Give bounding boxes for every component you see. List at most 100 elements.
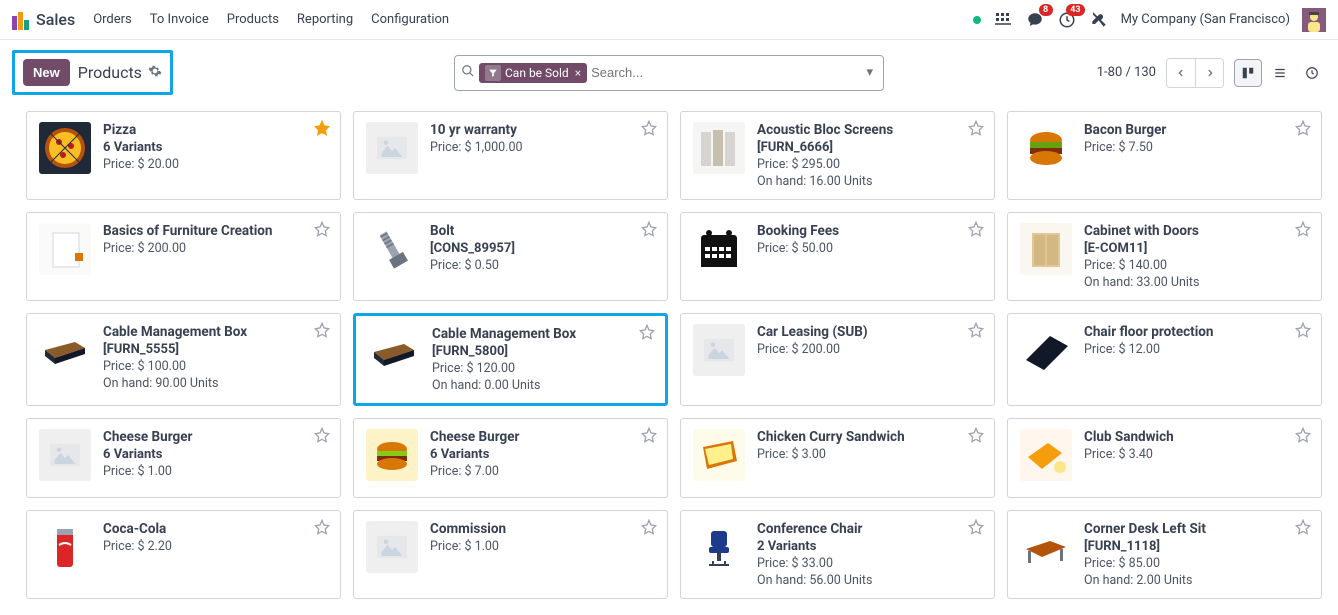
product-thumbnail — [366, 122, 418, 174]
product-body: Chicken Curry SandwichPrice: $ 3.00 — [757, 429, 905, 487]
favorite-star-icon[interactable] — [968, 427, 984, 447]
apps-icon[interactable] — [993, 10, 1013, 30]
product-name: Chicken Curry Sandwich — [757, 429, 905, 445]
favorite-star-icon[interactable] — [968, 120, 984, 140]
pager-prev-button[interactable] — [1167, 59, 1195, 87]
gear-icon[interactable] — [148, 64, 162, 82]
list-view-button[interactable] — [1266, 59, 1294, 87]
product-thumbnail — [693, 324, 745, 376]
product-body: Corner Desk Left Sit[FURN_1118]Price: $ … — [1084, 521, 1206, 588]
favorite-star-icon[interactable] — [314, 519, 330, 539]
favorite-star-icon[interactable] — [314, 120, 330, 140]
product-card[interactable]: Chair floor protectionPrice: $ 12.00 — [1007, 313, 1322, 406]
favorite-star-icon[interactable] — [1295, 322, 1311, 342]
product-price: Price: $ 295.00 — [757, 157, 893, 172]
product-card[interactable]: Basics of Furniture CreationPrice: $ 200… — [26, 212, 341, 301]
search-input[interactable] — [591, 65, 862, 80]
product-thumbnail — [1020, 429, 1072, 481]
kanban-view-button[interactable] — [1234, 59, 1262, 87]
product-card[interactable]: Corner Desk Left Sit[FURN_1118]Price: $ … — [1007, 510, 1322, 599]
product-price: Price: $ 12.00 — [1084, 342, 1213, 357]
product-card[interactable]: CommissionPrice: $ 1.00 — [353, 510, 668, 599]
product-thumbnail — [693, 122, 745, 174]
menu-configuration[interactable]: Configuration — [371, 12, 449, 27]
product-card[interactable]: Conference Chair2 VariantsPrice: $ 33.00… — [680, 510, 995, 599]
chip-remove-icon[interactable]: × — [575, 66, 581, 80]
favorite-star-icon[interactable] — [641, 427, 657, 447]
product-body: Booking FeesPrice: $ 50.00 — [757, 223, 839, 290]
product-sub: [FURN_5555] — [103, 342, 247, 357]
product-card[interactable]: Cheese Burger6 VariantsPrice: $ 1.00 — [26, 418, 341, 498]
product-name: Car Leasing (SUB) — [757, 324, 868, 340]
product-card[interactable]: Chicken Curry SandwichPrice: $ 3.00 — [680, 418, 995, 498]
tools-icon[interactable] — [1089, 10, 1109, 30]
favorite-star-icon[interactable] — [1295, 221, 1311, 241]
product-thumbnail — [39, 223, 91, 275]
menu-to-invoice[interactable]: To Invoice — [150, 12, 209, 27]
product-card[interactable]: Pizza6 VariantsPrice: $ 20.00 — [26, 111, 341, 200]
product-card[interactable]: Car Leasing (SUB) Price: $ 200.00 — [680, 313, 995, 406]
favorite-star-icon[interactable] — [641, 221, 657, 241]
pager-next-button[interactable] — [1195, 59, 1223, 87]
search-bar[interactable]: Can be Sold × ▾ — [454, 55, 884, 91]
favorite-star-icon[interactable] — [1295, 519, 1311, 539]
messages-badge: 8 — [1039, 4, 1053, 16]
favorite-star-icon[interactable] — [1295, 427, 1311, 447]
product-thumbnail — [1020, 223, 1072, 275]
product-price: Price: $ 100.00 — [103, 359, 247, 374]
favorite-star-icon[interactable] — [314, 221, 330, 241]
product-card[interactable]: Acoustic Bloc Screens [FURN_6666] Price: $… — [680, 111, 995, 200]
product-card[interactable]: Cable Management Box[FURN_5555]Price: $ … — [26, 313, 341, 406]
product-card[interactable]: Club SandwichPrice: $ 3.40 — [1007, 418, 1322, 498]
product-card[interactable]: 10 yr warrantyPrice: $ 1,000.00 — [353, 111, 668, 200]
favorite-star-icon[interactable] — [314, 322, 330, 342]
favorite-star-icon[interactable] — [968, 322, 984, 342]
messages-icon[interactable]: 8 — [1025, 10, 1045, 30]
product-body: Coca-Cola Price: $ 2.20 — [103, 521, 172, 588]
product-card[interactable]: Cheese Burger6 VariantsPrice: $ 7.00 — [353, 418, 668, 498]
product-name: Pizza — [103, 122, 179, 138]
product-thumbnail — [368, 326, 420, 378]
new-button[interactable]: New — [23, 59, 70, 86]
funnel-icon — [485, 65, 501, 81]
menu-orders[interactable]: Orders — [93, 12, 132, 27]
activity-view-button[interactable] — [1298, 59, 1326, 87]
product-name: Coca-Cola — [103, 521, 172, 537]
favorite-star-icon[interactable] — [639, 324, 655, 344]
product-card[interactable]: Bolt[CONS_89957]Price: $ 0.50 — [353, 212, 668, 301]
favorite-star-icon[interactable] — [641, 519, 657, 539]
product-grid: Pizza6 VariantsPrice: $ 20.0010 yr warra… — [0, 111, 1338, 615]
app-name[interactable]: Sales — [36, 10, 75, 29]
product-card[interactable]: Coca-Cola Price: $ 2.20 — [26, 510, 341, 599]
search-dropdown-icon[interactable]: ▾ — [862, 65, 877, 80]
product-card[interactable]: Cabinet with Doors[E-COM11]Price: $ 140.… — [1007, 212, 1322, 301]
favorite-star-icon[interactable] — [1295, 120, 1311, 140]
product-name: Booking Fees — [757, 223, 839, 239]
filter-chip[interactable]: Can be Sold × — [479, 63, 587, 83]
product-name: Cheese Burger — [430, 429, 520, 445]
activities-icon[interactable]: 43 — [1057, 10, 1077, 30]
product-name: Acoustic Bloc Screens — [757, 122, 893, 138]
favorite-star-icon[interactable] — [314, 427, 330, 447]
menu-products[interactable]: Products — [227, 12, 279, 27]
menu-reporting[interactable]: Reporting — [297, 12, 353, 27]
product-onhand: On hand: 90.00 Units — [103, 376, 247, 391]
product-card[interactable]: Bacon BurgerPrice: $ 7.50 — [1007, 111, 1322, 200]
favorite-star-icon[interactable] — [968, 519, 984, 539]
product-card[interactable]: Booking FeesPrice: $ 50.00 — [680, 212, 995, 301]
product-sub: 6 Variants — [103, 447, 193, 462]
product-card[interactable]: Cable Management Box[FURN_5800]Price: $ … — [353, 313, 668, 406]
product-name: Conference Chair — [757, 521, 872, 537]
favorite-star-icon[interactable] — [968, 221, 984, 241]
main-menu: Orders To Invoice Products Reporting Con… — [93, 12, 449, 27]
product-name: Cable Management Box — [432, 326, 576, 342]
pager-text[interactable]: 1-80 / 130 — [1097, 65, 1156, 80]
favorite-star-icon[interactable] — [641, 120, 657, 140]
user-avatar[interactable] — [1302, 8, 1326, 32]
product-price: Price: $ 2.20 — [103, 539, 172, 554]
product-price: Price: $ 200.00 — [757, 342, 868, 357]
product-price: Price: $ 33.00 — [757, 556, 872, 571]
product-thumbnail — [693, 521, 745, 573]
product-sub: [FURN_6666] — [757, 140, 893, 155]
company-selector[interactable]: My Company (San Francisco) — [1121, 12, 1290, 27]
